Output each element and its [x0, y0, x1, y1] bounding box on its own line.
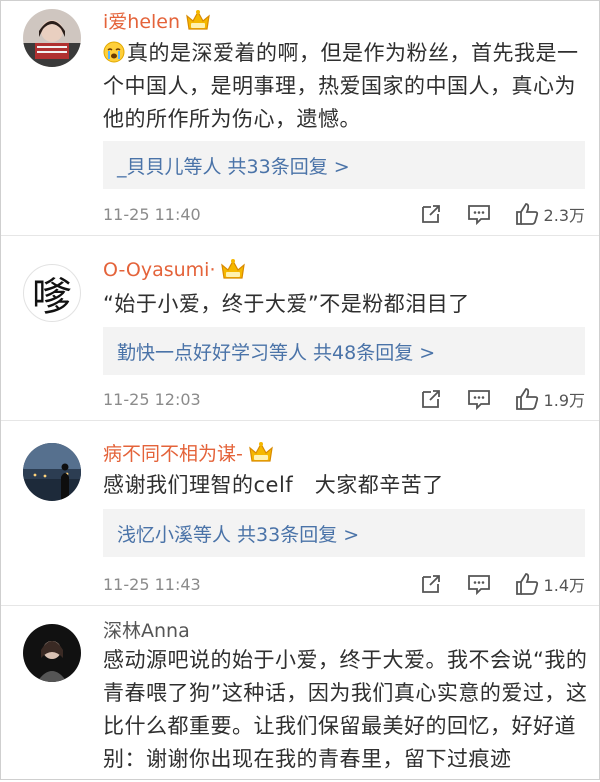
comment-icon: [467, 390, 490, 411]
timestamp: 11-25 12:03: [103, 389, 201, 409]
crown-badge-icon: [219, 258, 247, 282]
replies-link[interactable]: _貝貝儿等人 共33条回复 >: [103, 141, 585, 189]
like-icon: [515, 573, 538, 595]
avatar[interactable]: [23, 9, 81, 67]
username[interactable]: 深林Anna: [103, 616, 190, 643]
like-count: 2.3万: [543, 206, 585, 225]
repost-button[interactable]: [418, 386, 444, 412]
repost-button[interactable]: [418, 201, 444, 227]
timestamp: 11-25 11:40: [103, 204, 201, 224]
comment-body: 感动源吧说的始于小爱，终于大爱。我不会说“我的青春喂了狗”这种话，因为我们真心实…: [103, 648, 588, 771]
like-button[interactable]: 1.9万: [514, 386, 585, 412]
avatar[interactable]: 嗲: [23, 264, 81, 322]
avatar-character: 嗲: [32, 274, 72, 320]
replies-text: 勤快一点好好学习等人 共48条回复 >: [117, 341, 436, 364]
comment-button[interactable]: [466, 571, 492, 597]
comment-meta: 11-25 11:40 2.3万: [103, 199, 585, 229]
comment-item: 嗲 O-Oyasumi· “始于小爱，终于大爱”不是粉都泪目了 勤快一点好好学习…: [1, 236, 599, 421]
username-text: i爱helen: [103, 11, 181, 33]
like-count: 1.4万: [543, 576, 585, 595]
comment-button[interactable]: [466, 386, 492, 412]
comment-body: 真的是深爱着的啊，但是作为粉丝，首先我是一个中国人，是明事理，热爱国家的中国人，…: [103, 41, 579, 131]
comment-body: “始于小爱，终于大爱”不是粉都泪目了: [103, 292, 470, 316]
avatar-photo: [23, 9, 81, 67]
crying-emoji-icon: [103, 40, 125, 63]
avatar[interactable]: [23, 624, 81, 682]
replies-text: 浅忆小溪等人 共33条回复 >: [117, 523, 360, 546]
avatar-photo: [23, 624, 81, 682]
comment-icon: [467, 575, 490, 596]
like-button[interactable]: 2.3万: [514, 201, 585, 227]
comment-button[interactable]: [466, 201, 492, 227]
like-button[interactable]: 1.4万: [514, 571, 585, 597]
username-text: 病不同不相为谋-: [103, 443, 243, 465]
replies-text: _貝貝儿等人 共33条回复 >: [117, 155, 350, 178]
comment-text: 感动源吧说的始于小爱，终于大爱。我不会说“我的青春喂了狗”这种话，因为我们真心实…: [103, 644, 589, 776]
repost-icon: [421, 575, 440, 593]
username[interactable]: 病不同不相为谋-: [103, 439, 275, 466]
username-text: 深林Anna: [103, 620, 190, 642]
timestamp: 11-25 11:43: [103, 574, 201, 594]
username[interactable]: O-Oyasumi·: [103, 258, 247, 282]
avatar-photo: [23, 443, 81, 501]
username-text: O-Oyasumi·: [103, 259, 216, 281]
crown-badge-icon: [184, 9, 212, 33]
crown-badge-icon: [247, 441, 275, 465]
avatar[interactable]: [23, 443, 81, 501]
comment-item: 深林Anna 感动源吧说的始于小爱，终于大爱。我不会说“我的青春喂了狗”这种话，…: [1, 606, 599, 782]
like-icon: [515, 388, 538, 410]
comment-meta: 11-25 12:03 1.9万: [103, 384, 585, 414]
comment-item: i爱helen 真的是深爱着的啊，但是作为粉丝，首先我是一个中国人，是明事理，热…: [1, 1, 599, 236]
comment-item: 病不同不相为谋- 感谢我们理智的celf 大家都辛苦了 浅忆小溪等人 共33条回…: [1, 421, 599, 606]
comment-meta: 11-25 11:43 1.4万: [103, 569, 585, 599]
like-count: 1.9万: [543, 391, 585, 410]
repost-icon: [421, 205, 440, 223]
username[interactable]: i爱helen: [103, 7, 212, 34]
comment-icon: [467, 205, 490, 226]
comment-text: 真的是深爱着的啊，但是作为粉丝，首先我是一个中国人，是明事理，热爱国家的中国人，…: [103, 37, 589, 136]
replies-link[interactable]: 勤快一点好好学习等人 共48条回复 >: [103, 327, 585, 375]
comment-text: “始于小爱，终于大爱”不是粉都泪目了: [103, 288, 589, 321]
comment-body: 感谢我们理智的celf 大家都辛苦了: [103, 473, 444, 497]
like-icon: [515, 203, 538, 225]
repost-button[interactable]: [418, 571, 444, 597]
comment-text: 感谢我们理智的celf 大家都辛苦了: [103, 469, 589, 502]
repost-icon: [421, 390, 440, 408]
replies-link[interactable]: 浅忆小溪等人 共33条回复 >: [103, 509, 585, 557]
